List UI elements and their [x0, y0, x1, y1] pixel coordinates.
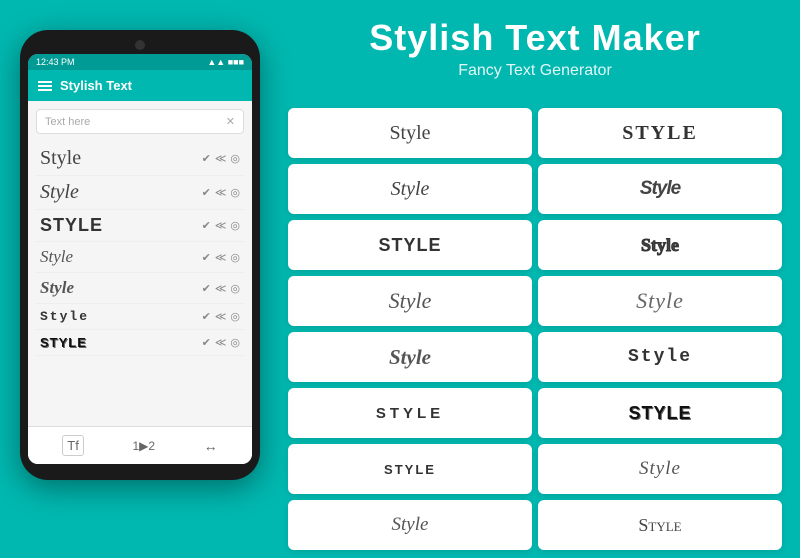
style-text: STYLE — [384, 462, 436, 477]
status-time: 12:43 PM — [36, 57, 75, 67]
style-text: STYLE — [378, 235, 441, 256]
list-text: Style — [40, 335, 202, 350]
styles-grid: Style STYLE Style Style STYLE Style Styl… — [280, 100, 790, 558]
list-item[interactable]: Style ✔≪◎ — [36, 304, 244, 330]
list-text: Style — [40, 247, 202, 267]
style-text: Style — [639, 458, 681, 480]
header-subtitle: Fancy Text Generator — [290, 62, 780, 80]
style-card-16[interactable]: Style — [538, 500, 782, 550]
list-item[interactable]: Style ✔≪◎ — [36, 142, 244, 176]
style-text: Style — [392, 514, 429, 536]
style-text: Style — [641, 235, 679, 256]
hamburger-icon[interactable] — [38, 81, 52, 91]
header-title: Stylish Text Maker — [290, 18, 780, 58]
style-text: STYLE — [628, 403, 691, 424]
style-card-3[interactable]: Style — [288, 164, 532, 214]
list-icons: ✔≪◎ — [202, 251, 240, 264]
style-text: Style — [389, 345, 431, 370]
list-icons: ✔≪◎ — [202, 152, 240, 165]
phone-bottom-bar: Tf 1▶2 ↔ — [28, 426, 252, 464]
style-card-6[interactable]: Style — [538, 220, 782, 270]
phone-status-bar: 12:43 PM ▲▲ ■■■ — [28, 54, 252, 70]
list-icons: ✔≪◎ — [202, 310, 240, 323]
style-text: Style — [389, 122, 430, 145]
style-card-5[interactable]: STYLE — [288, 220, 532, 270]
list-text: Style — [40, 181, 202, 204]
list-item[interactable]: STYLE ✔≪◎ — [36, 210, 244, 242]
style-card-4[interactable]: Style — [538, 164, 782, 214]
style-text: Style — [638, 515, 681, 536]
style-card-10[interactable]: Style — [538, 332, 782, 382]
style-card-8[interactable]: Style — [538, 276, 782, 326]
style-text: Style — [389, 288, 432, 314]
style-card-7[interactable]: Style — [288, 276, 532, 326]
list-item[interactable]: Style ✔≪◎ — [36, 176, 244, 210]
list-item[interactable]: Style ✔≪◎ — [36, 330, 244, 356]
phone-search-bar[interactable]: Text here ✕ — [36, 109, 244, 134]
list-item[interactable]: Style ✔≪◎ — [36, 242, 244, 273]
style-card-11[interactable]: STYLE — [288, 388, 532, 438]
status-icons: ▲▲ ■■■ — [207, 57, 244, 67]
style-text: Style — [391, 178, 430, 201]
phone-mockup: 12:43 PM ▲▲ ■■■ Stylish Text Text here ✕… — [20, 30, 260, 480]
style-card-2[interactable]: STYLE — [538, 108, 782, 158]
bottom-icon-swap[interactable]: ↔ — [204, 438, 218, 454]
phone-screen: 12:43 PM ▲▲ ■■■ Stylish Text Text here ✕… — [28, 54, 252, 464]
style-text: STYLE — [376, 405, 444, 422]
style-card-1[interactable]: Style — [288, 108, 532, 158]
phone-outer: 12:43 PM ▲▲ ■■■ Stylish Text Text here ✕… — [20, 30, 260, 480]
list-text: Style — [40, 309, 202, 324]
phone-toolbar: Stylish Text — [28, 70, 252, 101]
style-card-9[interactable]: Style — [288, 332, 532, 382]
list-text: STYLE — [40, 215, 202, 236]
style-card-15[interactable]: Style — [288, 500, 532, 550]
list-text: Style — [40, 278, 202, 298]
list-icons: ✔≪◎ — [202, 282, 240, 295]
style-text: Style — [640, 178, 680, 200]
list-icons: ✔≪◎ — [202, 219, 240, 232]
phone-list: Style ✔≪◎ Style ✔≪◎ STYLE ✔≪◎ Style ✔≪◎ … — [28, 142, 252, 356]
style-text: STYLE — [622, 122, 698, 145]
phone-camera — [135, 40, 145, 50]
list-item[interactable]: Style ✔≪◎ — [36, 273, 244, 304]
list-text: Style — [40, 147, 202, 170]
bottom-icon-convert[interactable]: 1▶2 — [132, 439, 155, 453]
clear-icon[interactable]: ✕ — [226, 115, 235, 128]
search-placeholder: Text here — [45, 116, 90, 128]
list-icons: ✔≪◎ — [202, 336, 240, 349]
style-card-13[interactable]: STYLE — [288, 444, 532, 494]
header-area: Stylish Text Maker Fancy Text Generator — [290, 18, 780, 80]
style-text: Style — [636, 288, 684, 314]
list-icons: ✔≪◎ — [202, 186, 240, 199]
style-text: Style — [628, 347, 692, 367]
bottom-icon-font[interactable]: Tf — [62, 435, 84, 456]
style-card-12[interactable]: STYLE — [538, 388, 782, 438]
phone-toolbar-title: Stylish Text — [60, 78, 132, 93]
style-card-14[interactable]: Style — [538, 444, 782, 494]
